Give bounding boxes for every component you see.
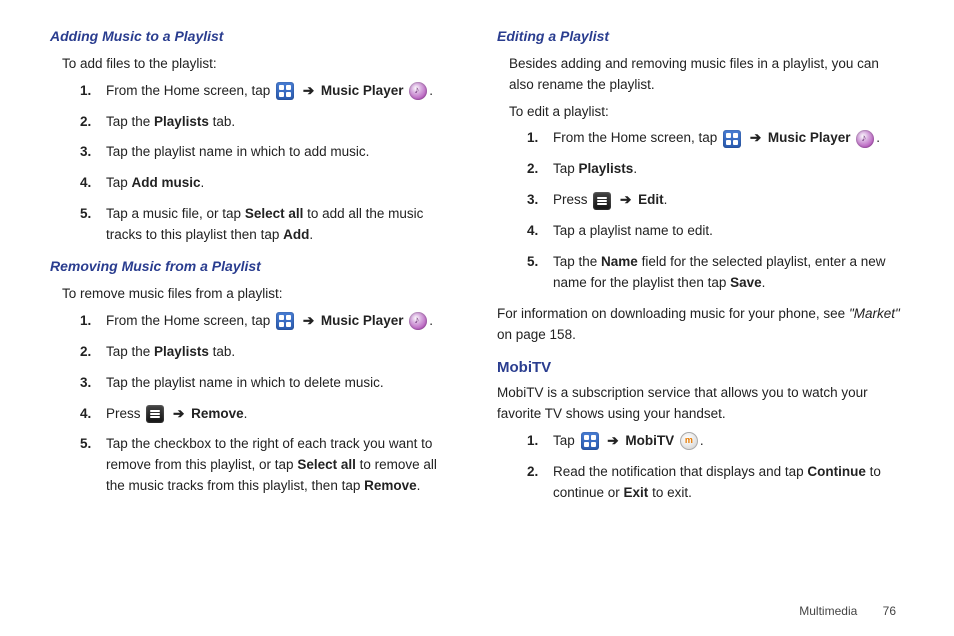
music-player-icon [409, 82, 427, 100]
text: From the Home screen, tap [106, 83, 274, 98]
right-column: Editing a Playlist Besides adding and re… [497, 24, 904, 594]
text: Tap a music file, or tap [106, 206, 245, 221]
arrow-icon: ➔ [173, 406, 184, 421]
reference-italic: "Market" [849, 306, 900, 321]
music-player-icon [409, 312, 427, 330]
text: Tap the [106, 344, 154, 359]
text: Press [553, 192, 591, 207]
bold: Playlists [154, 114, 209, 129]
bold: Playlists [579, 161, 634, 176]
bold: Continue [807, 464, 866, 479]
arrow-icon: ➔ [607, 433, 618, 448]
page-footer: Multimedia 76 [799, 604, 896, 618]
menu-icon [146, 405, 164, 423]
arrow-icon: ➔ [620, 192, 631, 207]
bold: Name [601, 254, 638, 269]
text: Tap [106, 175, 132, 190]
bold: Select all [297, 457, 356, 472]
bold: Playlists [154, 344, 209, 359]
step: Tap the checkbox to the right of each tr… [80, 434, 457, 497]
step: Tap Add music. [80, 173, 457, 194]
bold: MobiTV [625, 433, 674, 448]
text: From the Home screen, tap [553, 130, 721, 145]
step: From the Home screen, tap ➔ Music Player… [80, 311, 457, 332]
intro-edit-2: To edit a playlist: [509, 102, 904, 123]
bold: Add [283, 227, 309, 242]
bold: Remove [191, 406, 244, 421]
bold: Edit [638, 192, 664, 207]
text: tab. [209, 344, 235, 359]
bold: Add music [132, 175, 201, 190]
step: From the Home screen, tap ➔ Music Player… [80, 81, 457, 102]
step: Read the notification that displays and … [527, 462, 904, 504]
text: For information on downloading music for… [497, 306, 849, 321]
music-player-icon [856, 130, 874, 148]
heading-adding-music: Adding Music to a Playlist [50, 26, 457, 48]
heading-removing-music: Removing Music from a Playlist [50, 256, 457, 278]
mobitv-icon [680, 432, 698, 450]
section-name: Multimedia [799, 604, 857, 618]
bold: Save [730, 275, 762, 290]
download-note: For information on downloading music for… [497, 304, 904, 346]
bold: Music Player [321, 83, 404, 98]
text: Read the notification that displays and … [553, 464, 807, 479]
text: to exit. [648, 485, 692, 500]
step: Tap the Playlists tab. [80, 112, 457, 133]
apps-icon [276, 312, 294, 330]
steps-mobitv: Tap ➔ MobiTV . Read the notification tha… [527, 431, 904, 504]
apps-icon [723, 130, 741, 148]
step: Tap the Name field for the selected play… [527, 252, 904, 294]
left-column: Adding Music to a Playlist To add files … [50, 24, 457, 594]
text: Tap [553, 161, 579, 176]
steps-adding: From the Home screen, tap ➔ Music Player… [80, 81, 457, 247]
intro-add: To add files to the playlist: [62, 54, 457, 75]
text: From the Home screen, tap [106, 313, 274, 328]
menu-icon [593, 192, 611, 210]
text: on page 158. [497, 327, 576, 342]
page-number: 76 [883, 604, 896, 618]
step: Tap ➔ MobiTV . [527, 431, 904, 452]
step: Tap a music file, or tap Select all to a… [80, 204, 457, 246]
apps-icon [581, 432, 599, 450]
bold: Remove [364, 478, 417, 493]
intro-edit-1: Besides adding and removing music files … [509, 54, 904, 96]
bold: Exit [624, 485, 649, 500]
step: Press ➔ Remove. [80, 404, 457, 425]
step: Tap the Playlists tab. [80, 342, 457, 363]
bold: Music Player [321, 313, 404, 328]
text: Tap the [106, 114, 154, 129]
step: Press ➔ Edit. [527, 190, 904, 211]
text: tab. [209, 114, 235, 129]
text: Tap [553, 433, 579, 448]
step: Tap a playlist name to edit. [527, 221, 904, 242]
step: Tap the playlist name in which to add mu… [80, 142, 457, 163]
text: Press [106, 406, 144, 421]
arrow-icon: ➔ [303, 313, 314, 328]
text: Tap the [553, 254, 601, 269]
heading-mobitv: MobiTV [497, 356, 904, 379]
steps-editing: From the Home screen, tap ➔ Music Player… [527, 128, 904, 294]
step: From the Home screen, tap ➔ Music Player… [527, 128, 904, 149]
arrow-icon: ➔ [750, 130, 761, 145]
bold: Music Player [768, 130, 851, 145]
step: Tap the playlist name in which to delete… [80, 373, 457, 394]
steps-removing: From the Home screen, tap ➔ Music Player… [80, 311, 457, 497]
apps-icon [276, 82, 294, 100]
intro-remove: To remove music files from a playlist: [62, 284, 457, 305]
intro-mobitv: MobiTV is a subscription service that al… [497, 383, 904, 425]
step: Tap Playlists. [527, 159, 904, 180]
heading-editing-playlist: Editing a Playlist [497, 26, 904, 48]
arrow-icon: ➔ [303, 83, 314, 98]
bold: Select all [245, 206, 304, 221]
